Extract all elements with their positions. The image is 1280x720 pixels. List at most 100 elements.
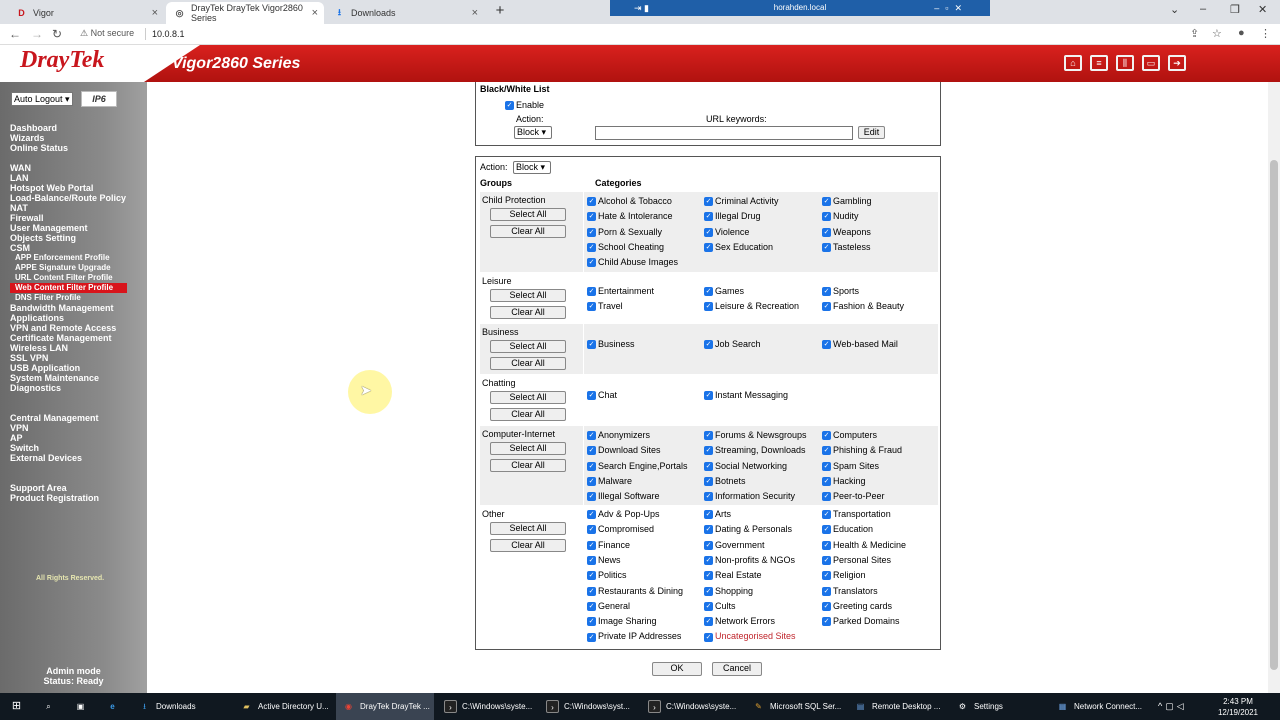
checkbox-checked-icon[interactable]: ✓ bbox=[587, 632, 596, 642]
checkbox-checked-icon[interactable]: ✓ bbox=[587, 571, 596, 581]
clear-all-button[interactable]: Clear All bbox=[490, 225, 566, 238]
sidebar-item-diagnostics[interactable]: Diagnostics bbox=[10, 383, 116, 393]
checkbox-checked-icon[interactable]: ✓ bbox=[587, 340, 596, 350]
sidebar-item-nat[interactable]: NAT bbox=[10, 203, 127, 213]
checkbox-checked-icon[interactable]: ✓ bbox=[822, 431, 831, 441]
checkbox-checked-icon[interactable]: ✓ bbox=[704, 461, 713, 471]
sidebar-item-bandwidth[interactable]: Bandwidth Management bbox=[10, 303, 116, 313]
checkbox-checked-icon[interactable]: ✓ bbox=[822, 302, 831, 312]
checkbox-checked-icon[interactable]: ✓ bbox=[822, 525, 831, 535]
category-checkbox-item[interactable]: ✓ News bbox=[587, 555, 621, 566]
category-checkbox-item[interactable]: ✓ Cults bbox=[704, 601, 736, 611]
sidebar-item-online-status[interactable]: Online Status bbox=[10, 143, 68, 153]
checkbox-checked-icon[interactable]: ✓ bbox=[587, 586, 596, 596]
new-tab-button[interactable]: + bbox=[492, 2, 508, 20]
sidebar-item-switch[interactable]: Switch bbox=[10, 443, 99, 453]
category-checkbox-item[interactable]: ✓ Finance bbox=[587, 540, 630, 550]
forward-icon[interactable]: → bbox=[31, 27, 43, 41]
select-all-button[interactable]: Select All bbox=[490, 391, 566, 404]
sidebar-subitem-web-content-filter[interactable]: Web Content Filter Profile bbox=[10, 283, 127, 293]
checkbox-checked-icon[interactable]: ✓ bbox=[822, 571, 831, 581]
search-button[interactable]: ⌕ bbox=[42, 693, 60, 720]
category-checkbox-item[interactable]: ✓ Criminal Activity bbox=[704, 196, 779, 207]
checkbox-checked-icon[interactable]: ✓ bbox=[704, 571, 713, 581]
taskbar-item-cmd-3[interactable]: › C:\Windows\syste... bbox=[648, 693, 742, 720]
sidebar-item-support-area[interactable]: Support Area bbox=[10, 483, 99, 493]
checkbox-checked-icon[interactable]: ✓ bbox=[822, 477, 831, 487]
bwl-action-select[interactable]: Block ▾ bbox=[514, 126, 552, 139]
category-checkbox-item[interactable]: ✓ Porn & Sexually bbox=[587, 227, 662, 237]
start-button[interactable]: ⊞ bbox=[10, 693, 28, 720]
select-all-button[interactable]: Select All bbox=[490, 208, 566, 221]
close-tab-icon[interactable]: × bbox=[152, 7, 158, 19]
checkbox-checked-icon[interactable]: ✓ bbox=[822, 340, 831, 350]
reload-icon[interactable]: ↻ bbox=[52, 27, 62, 41]
category-checkbox-item[interactable]: ✓ Education bbox=[822, 524, 873, 535]
checkbox-checked-icon[interactable]: ✓ bbox=[822, 540, 831, 550]
category-checkbox-item[interactable]: ✓ Compromised bbox=[587, 524, 654, 535]
bwl-enable[interactable]: ✓ Enable bbox=[505, 100, 544, 111]
maximize-icon[interactable]: ❐ bbox=[1230, 3, 1240, 16]
checkbox-checked-icon[interactable]: ✓ bbox=[704, 287, 713, 297]
category-checkbox-item[interactable]: ✓ Network Errors bbox=[704, 616, 775, 627]
category-checkbox-item[interactable]: ✓ Streaming, Downloads bbox=[704, 445, 806, 456]
category-checkbox-item[interactable]: ✓ Search Engine,Portals bbox=[587, 461, 688, 471]
category-checkbox-item[interactable]: ✓ Malware bbox=[587, 476, 632, 487]
checkbox-checked-icon[interactable]: ✓ bbox=[587, 601, 596, 611]
taskbar-item-network[interactable]: ▦ Network Connect... bbox=[1056, 693, 1152, 720]
checkbox-checked-icon[interactable]: ✓ bbox=[587, 287, 596, 297]
sidebar-item-certificate[interactable]: Certificate Management bbox=[10, 333, 116, 343]
category-checkbox-item[interactable]: ✓ Translators bbox=[822, 586, 878, 596]
checkbox-checked-icon[interactable]: ✓ bbox=[587, 197, 596, 207]
select-all-button[interactable]: Select All bbox=[490, 289, 566, 302]
sidebar-item-objects-setting[interactable]: Objects Setting bbox=[10, 233, 127, 243]
category-checkbox-item[interactable]: ✓ Shopping bbox=[704, 586, 753, 596]
category-checkbox-item[interactable]: ✓ Politics bbox=[587, 570, 627, 581]
checkbox-checked-icon[interactable]: ✓ bbox=[587, 446, 596, 456]
category-checkbox-item[interactable]: ✓ Adv & Pop-Ups bbox=[587, 509, 660, 520]
pin-icon[interactable]: ⇥ ▮ bbox=[634, 0, 649, 16]
checkbox-checked-icon[interactable]: ✓ bbox=[704, 340, 713, 350]
cancel-button[interactable]: Cancel bbox=[712, 662, 762, 676]
category-checkbox-item[interactable]: ✓ Spam Sites bbox=[822, 461, 879, 471]
checkbox-checked-icon[interactable]: ✓ bbox=[822, 197, 831, 207]
checkbox-checked-icon[interactable]: ✓ bbox=[587, 556, 596, 566]
category-checkbox-item[interactable]: ✓ Chat bbox=[587, 390, 617, 401]
sidebar-item-usb[interactable]: USB Application bbox=[10, 363, 116, 373]
checkbox-checked-icon[interactable]: ✓ bbox=[822, 243, 831, 253]
tab-downloads[interactable]: ⭳ Downloads × bbox=[326, 2, 484, 24]
sidebar-item-system-maintenance[interactable]: System Maintenance bbox=[10, 373, 116, 383]
edge-button[interactable]: e bbox=[106, 693, 124, 720]
taskbar-item-remote-desktop[interactable]: ▤ Remote Desktop ... bbox=[854, 693, 948, 720]
category-checkbox-item[interactable]: ✓ Download Sites bbox=[587, 445, 661, 456]
edit-button[interactable]: Edit bbox=[858, 126, 885, 139]
clear-all-button[interactable]: Clear All bbox=[490, 539, 566, 552]
category-checkbox-item[interactable]: ✓ Peer-to-Peer bbox=[822, 491, 885, 502]
sidebar-item-dashboard[interactable]: Dashboard bbox=[10, 123, 68, 133]
checkbox-checked-icon[interactable]: ✓ bbox=[587, 510, 596, 520]
remote-window-controls[interactable]: –▫✕ bbox=[934, 0, 968, 16]
sidebar-item-applications[interactable]: Applications bbox=[10, 313, 116, 323]
category-checkbox-item[interactable]: ✓ Instant Messaging bbox=[704, 390, 788, 401]
sidebar-item-wan[interactable]: WAN bbox=[10, 163, 127, 173]
sidebar-item-product-registration[interactable]: Product Registration bbox=[10, 493, 99, 503]
checkbox-checked-icon[interactable]: ✓ bbox=[822, 492, 831, 502]
category-checkbox-item[interactable]: ✓ Private IP Addresses bbox=[587, 631, 681, 642]
category-action-select[interactable]: Block ▾ bbox=[513, 161, 551, 174]
category-checkbox-item[interactable]: ✓ Social Networking bbox=[704, 461, 787, 471]
taskbar-item-settings[interactable]: ⚙ Settings bbox=[956, 693, 1046, 720]
category-checkbox-item[interactable]: ✓ Hacking bbox=[822, 476, 866, 487]
sidebar-item-load-balance[interactable]: Load-Balance/Route Policy bbox=[10, 193, 127, 203]
scrollbar-thumb[interactable] bbox=[1270, 160, 1278, 670]
list-icon[interactable]: ≡ bbox=[1090, 55, 1108, 71]
category-checkbox-item[interactable]: ✓ Phishing & Fraud bbox=[822, 445, 902, 456]
auto-logout-select[interactable]: Auto Logout ▾ bbox=[11, 92, 73, 106]
category-checkbox-item[interactable]: ✓ Web-based Mail bbox=[822, 339, 898, 350]
checkbox-checked-icon[interactable]: ✓ bbox=[822, 510, 831, 520]
category-checkbox-item[interactable]: ✓ Non-profits & NGOs bbox=[704, 555, 795, 566]
checkbox-checked-icon[interactable]: ✓ bbox=[704, 446, 713, 456]
category-checkbox-item[interactable]: ✓ Weapons bbox=[822, 227, 871, 237]
taskbar-item-sql-server[interactable]: ✎ Microsoft SQL Ser... bbox=[752, 693, 846, 720]
category-checkbox-item[interactable]: ✓ Image Sharing bbox=[587, 616, 657, 627]
category-checkbox-item[interactable]: ✓ Tasteless bbox=[822, 242, 871, 253]
